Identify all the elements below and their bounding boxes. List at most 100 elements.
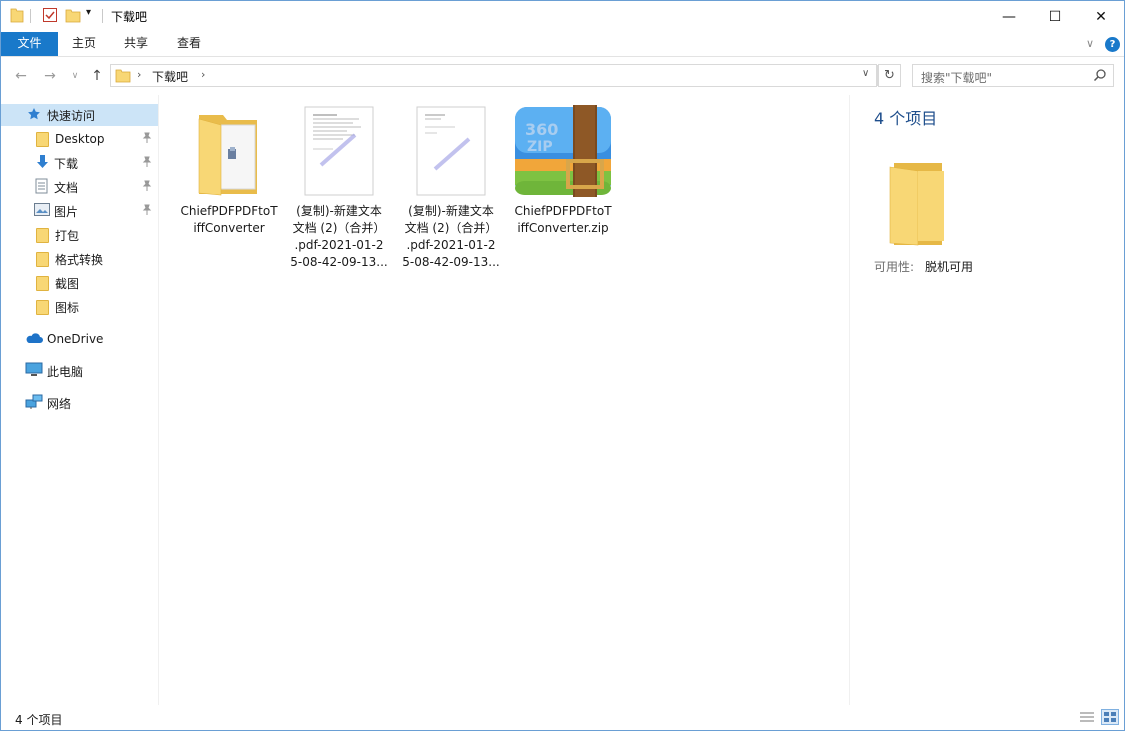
file-name-line: 文档 (2)（合并） bbox=[292, 221, 386, 235]
sidebar-item-documents[interactable]: 文档 bbox=[1, 176, 158, 198]
folder-icon bbox=[115, 68, 131, 86]
address-bar[interactable]: › 下载吧 › ∨ bbox=[110, 64, 878, 87]
refresh-button[interactable]: ↻ bbox=[878, 64, 901, 87]
file-name-line: 文档 (2)（合并） bbox=[404, 221, 498, 235]
search-input[interactable]: 搜索"下载吧" bbox=[921, 69, 992, 86]
sidebar-item-onedrive[interactable]: OneDrive bbox=[1, 328, 158, 350]
file-name: (复制)-新建文本 文档 (2)（合并） .pdf-2021-01-2 5-08… bbox=[285, 203, 393, 271]
folder-icon bbox=[10, 7, 24, 25]
pin-icon[interactable] bbox=[142, 204, 154, 218]
minimize-button[interactable]: — bbox=[986, 1, 1032, 32]
sidebar-item-icons[interactable]: 图标 bbox=[1, 296, 158, 318]
sidebar-item-label: 打包 bbox=[55, 228, 80, 243]
sidebar-item-downloads[interactable]: 下载 bbox=[1, 152, 158, 174]
sidebar-item-label: 下载 bbox=[54, 156, 79, 171]
close-button[interactable]: ✕ bbox=[1078, 1, 1124, 32]
address-dropdown-icon[interactable]: ∨ bbox=[862, 68, 869, 79]
status-item-count: 4 个项目 bbox=[15, 713, 63, 727]
breadcrumb-separator-icon: › bbox=[137, 68, 142, 81]
up-button[interactable]: ↑ bbox=[88, 67, 106, 85]
title-bar: ▾ 下载吧 — ☐ ✕ bbox=[1, 1, 1124, 32]
chevron-down-icon: ∨ bbox=[71, 71, 79, 81]
details-count: 4 个项目 bbox=[874, 109, 938, 128]
tab-file[interactable]: 文件 bbox=[1, 32, 58, 56]
availability-value: 脱机可用 bbox=[925, 260, 974, 274]
folder-icon bbox=[36, 227, 49, 243]
new-folder-icon[interactable] bbox=[65, 7, 81, 25]
sidebar-item-network[interactable]: 网络 bbox=[1, 392, 158, 414]
sidebar-item-format-convert[interactable]: 格式转换 bbox=[1, 248, 158, 270]
file-list: ChiefPDFPDFtoT iffConverter (复制)-新建文本 文档… bbox=[159, 95, 849, 705]
pin-icon[interactable] bbox=[142, 132, 154, 146]
zip-archive-icon: 360 ZIP bbox=[509, 101, 617, 197]
sidebar-item-pictures[interactable]: 图片 bbox=[1, 200, 158, 222]
computer-icon bbox=[25, 362, 43, 380]
minimize-icon: — bbox=[1002, 8, 1016, 25]
arrow-up-icon: ↑ bbox=[91, 68, 103, 84]
window-title: 下载吧 bbox=[111, 10, 148, 24]
folder-icon bbox=[175, 101, 283, 197]
address-row: ← → ∨ ↑ › 下载吧 › ∨ ↻ 搜索"下载吧" bbox=[1, 57, 1124, 95]
sidebar-item-label: Desktop bbox=[55, 132, 105, 146]
ribbon-tabs: 文件 主页 共享 查看 ∨ ? bbox=[1, 32, 1124, 57]
sidebar-item-screenshots[interactable]: 截图 bbox=[1, 272, 158, 294]
search-box[interactable]: 搜索"下载吧" bbox=[912, 64, 1114, 87]
sidebar-item-pack[interactable]: 打包 bbox=[1, 224, 158, 246]
sidebar-item-quick-access[interactable]: 快速访问 bbox=[1, 104, 158, 126]
properties-icon[interactable] bbox=[42, 7, 58, 25]
separator bbox=[30, 9, 32, 23]
pin-icon[interactable] bbox=[142, 180, 154, 194]
forward-button[interactable]: → bbox=[41, 67, 59, 85]
close-icon: ✕ bbox=[1095, 8, 1107, 25]
help-icon[interactable]: ? bbox=[1105, 37, 1120, 52]
file-item[interactable]: ChiefPDFPDFtoT iffConverter bbox=[175, 101, 283, 237]
file-name-line: iffConverter bbox=[193, 221, 265, 235]
details-view-icon[interactable] bbox=[1079, 711, 1095, 728]
tab-view[interactable]: 查看 bbox=[166, 32, 212, 56]
file-item[interactable]: 360 ZIP ChiefPDFPDFtoT iffConverter.zip bbox=[509, 101, 617, 237]
file-item[interactable]: (复制)-新建文本 文档 (2)（合并） .pdf-2021-01-2 5-08… bbox=[285, 101, 393, 271]
svg-text:ZIP: ZIP bbox=[527, 139, 553, 155]
file-name-line: ChiefPDFPDFtoT bbox=[514, 204, 612, 218]
sidebar-item-label: 此电脑 bbox=[47, 364, 84, 379]
sidebar-item-label: 图片 bbox=[54, 204, 79, 219]
file-item[interactable]: (复制)-新建文本 文档 (2)（合并） .pdf-2021-01-2 5-08… bbox=[397, 101, 505, 271]
tab-share[interactable]: 共享 bbox=[113, 32, 159, 56]
file-name-line: (复制)-新建文本 bbox=[408, 204, 494, 218]
folder-icon bbox=[36, 275, 49, 291]
file-name-line: 5-08-42-09-13... bbox=[290, 255, 388, 269]
file-name: (复制)-新建文本 文档 (2)（合并） .pdf-2021-01-2 5-08… bbox=[397, 203, 505, 271]
sidebar-item-this-pc[interactable]: 此电脑 bbox=[1, 360, 158, 382]
expand-ribbon-icon[interactable]: ∨ bbox=[1086, 37, 1094, 50]
pin-icon[interactable] bbox=[142, 156, 154, 170]
network-icon bbox=[25, 394, 43, 413]
breadcrumb-separator-icon[interactable]: › bbox=[201, 68, 205, 81]
cloud-icon bbox=[25, 332, 43, 347]
search-icon[interactable] bbox=[1093, 68, 1107, 85]
large-icons-view-icon[interactable] bbox=[1101, 709, 1119, 725]
maximize-button[interactable]: ☐ bbox=[1032, 1, 1078, 32]
file-name-line: .pdf-2021-01-2 bbox=[294, 238, 384, 252]
picture-icon bbox=[34, 203, 50, 219]
back-button[interactable]: ← bbox=[12, 67, 30, 85]
download-arrow-icon bbox=[35, 154, 50, 173]
maximize-icon: ☐ bbox=[1048, 8, 1062, 25]
status-bar: 4 个项目 bbox=[1, 705, 1124, 730]
details-pane: 4 个项目 可用性: 脱机可用 bbox=[849, 95, 1124, 705]
sidebar-item-desktop[interactable]: Desktop bbox=[1, 128, 158, 150]
sidebar-item-label: 格式转换 bbox=[55, 252, 104, 267]
availability-label: 可用性: bbox=[874, 260, 915, 274]
sidebar-item-label: 图标 bbox=[55, 300, 80, 315]
breadcrumb-item[interactable]: 下载吧 bbox=[152, 68, 188, 85]
tab-home[interactable]: 主页 bbox=[61, 32, 107, 56]
recent-locations-button[interactable]: ∨ bbox=[66, 67, 84, 85]
customize-qat-icon[interactable]: ▾ bbox=[86, 7, 96, 25]
sidebar-item-label: 截图 bbox=[55, 276, 80, 291]
file-name-line: ChiefPDFPDFtoT bbox=[180, 204, 278, 218]
file-name: ChiefPDFPDFtoT iffConverter bbox=[175, 203, 283, 237]
file-name-line: .pdf-2021-01-2 bbox=[406, 238, 496, 252]
arrow-right-icon: → bbox=[44, 68, 56, 84]
folder-icon bbox=[36, 299, 49, 315]
pdf-document-icon bbox=[285, 101, 393, 197]
file-name-line: iffConverter.zip bbox=[517, 221, 609, 235]
